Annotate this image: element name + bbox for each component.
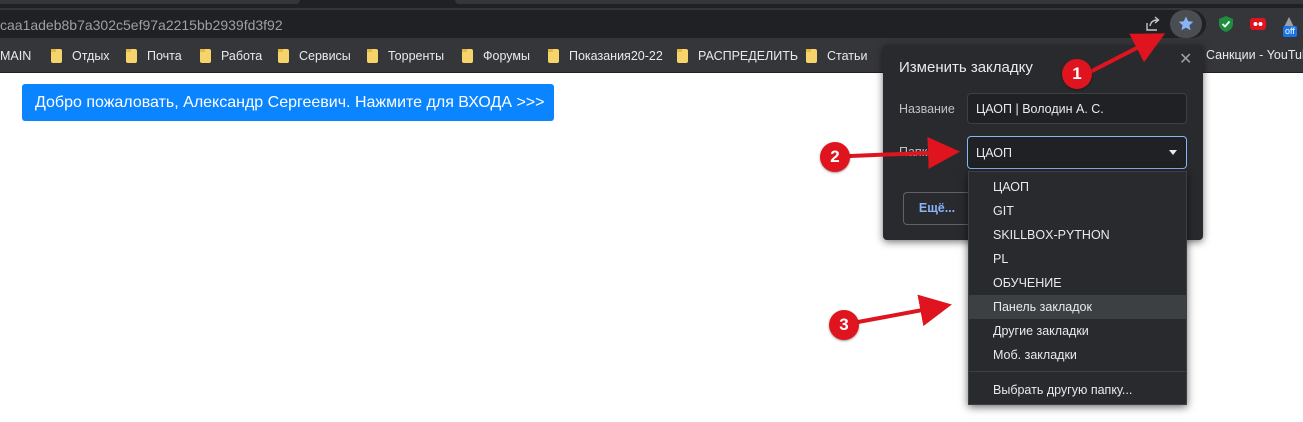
annotation-badge-1: 1 xyxy=(1062,59,1092,89)
annotation-arrows xyxy=(848,33,1166,327)
annotation-arrow-2 xyxy=(848,136,960,169)
annotation-arrow-3 xyxy=(856,294,952,327)
annotation-badge-2: 2 xyxy=(820,142,850,172)
annotation-arrow-1 xyxy=(1088,33,1166,74)
annotation-badge-3: 3 xyxy=(829,310,859,340)
